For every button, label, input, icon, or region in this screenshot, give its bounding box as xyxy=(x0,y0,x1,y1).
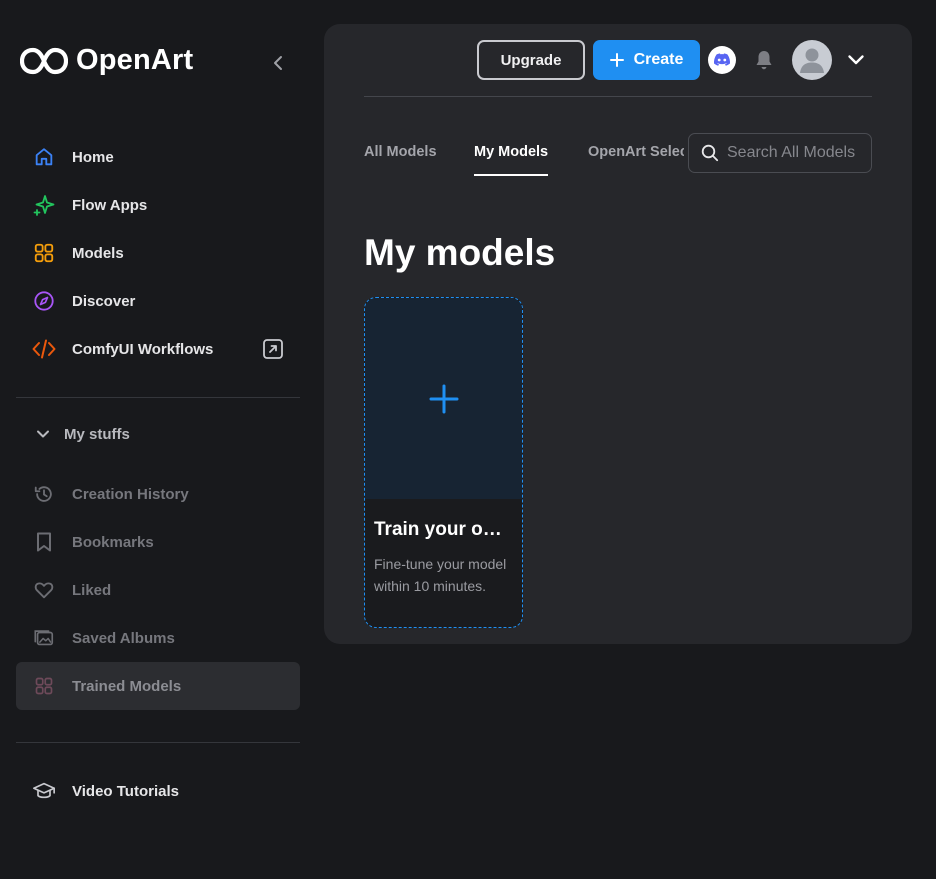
plus-icon xyxy=(429,384,458,413)
user-silhouette-icon xyxy=(800,48,824,73)
bookmark-icon xyxy=(32,530,56,554)
nav-item-flow-apps[interactable]: Flow Apps xyxy=(16,181,300,229)
search-input[interactable] xyxy=(727,144,863,162)
grid-icon xyxy=(32,241,56,265)
brand-name: OpenArt xyxy=(76,44,194,76)
upgrade-button[interactable]: Upgrade xyxy=(477,40,585,80)
heart-icon xyxy=(32,578,56,602)
history-icon xyxy=(32,482,56,506)
discord-button[interactable] xyxy=(708,46,736,74)
tab-all-models[interactable]: All Models xyxy=(364,144,437,176)
card-description: Fine-tune your model within 10 minutes. xyxy=(374,556,507,594)
sidebar-item-creation-history[interactable]: Creation History xyxy=(16,470,300,518)
tab-openart-selects[interactable]: OpenArt Selects xyxy=(588,144,684,176)
card-thumbnail xyxy=(365,298,522,499)
nav-label: Home xyxy=(72,148,114,166)
sidebar-divider xyxy=(16,397,300,398)
model-tabs: All Models My Models OpenArt Selects xyxy=(364,134,684,178)
nav-item-comfyui-workflows[interactable]: ComfyUI Workflows xyxy=(16,325,300,373)
home-icon xyxy=(32,145,56,169)
sidebar: OpenArt Home Flow Apps Models Discover C… xyxy=(0,0,316,879)
plus-icon xyxy=(609,53,624,67)
avatar[interactable] xyxy=(792,40,832,80)
tutorials-nav: Video Tutorials xyxy=(16,767,300,815)
nav-item-models[interactable]: Models xyxy=(16,229,300,277)
nav-item-home[interactable]: Home xyxy=(16,133,300,181)
openart-logo-icon xyxy=(20,47,68,74)
main-nav: Home Flow Apps Models Discover ComfyUI W… xyxy=(16,133,300,373)
sidebar-item-liked[interactable]: Liked xyxy=(16,566,300,614)
nav-label: ComfyUI Workflows xyxy=(72,340,214,358)
main-panel: Upgrade Create All Models My Models Open… xyxy=(324,24,912,644)
account-menu-button[interactable] xyxy=(844,48,868,72)
card-title: Train your own model xyxy=(374,519,514,540)
graduation-cap-icon xyxy=(32,779,56,803)
sidebar-item-label: Bookmarks xyxy=(72,533,154,551)
sidebar-item-trained-models[interactable]: Trained Models xyxy=(16,662,300,710)
sidebar-item-label: Video Tutorials xyxy=(72,782,179,800)
notifications-button[interactable] xyxy=(752,48,776,72)
external-link-icon[interactable] xyxy=(262,338,284,364)
my-stuffs-toggle[interactable]: My stuffs xyxy=(34,425,130,443)
header-divider xyxy=(364,96,872,97)
sidebar-item-label: Creation History xyxy=(72,485,189,503)
collapse-sidebar-button[interactable] xyxy=(266,50,290,76)
bell-icon xyxy=(756,51,772,70)
chevron-down-icon xyxy=(37,430,49,438)
my-stuffs-label: My stuffs xyxy=(64,425,130,443)
create-label: Create xyxy=(633,51,684,68)
nav-label: Models xyxy=(72,244,124,262)
search-box xyxy=(688,133,872,173)
page-title: My models xyxy=(364,232,556,273)
train-model-card[interactable]: Train your own model Fine-tune your mode… xyxy=(364,297,523,628)
sidebar-item-saved-albums[interactable]: Saved Albums xyxy=(16,614,300,662)
sidebar-item-video-tutorials[interactable]: Video Tutorials xyxy=(16,767,300,815)
compass-icon xyxy=(32,289,56,313)
nav-label: Flow Apps xyxy=(72,196,148,214)
nav-label: Discover xyxy=(72,292,136,310)
album-icon xyxy=(32,626,56,650)
sidebar-item-label: Saved Albums xyxy=(72,629,175,647)
grid-icon xyxy=(32,674,56,698)
logo[interactable]: OpenArt xyxy=(20,44,193,77)
sidebar-item-label: Trained Models xyxy=(72,677,182,695)
create-button[interactable]: Create xyxy=(593,40,700,80)
tab-my-models[interactable]: My Models xyxy=(474,144,549,176)
sidebar-item-label: Liked xyxy=(72,581,112,599)
sparkle-icon xyxy=(32,193,56,217)
code-icon xyxy=(32,337,56,361)
search-icon xyxy=(701,144,719,162)
sidebar-item-bookmarks[interactable]: Bookmarks xyxy=(16,518,300,566)
chevron-left-icon xyxy=(274,56,282,70)
sidebar-divider xyxy=(16,742,300,743)
nav-item-discover[interactable]: Discover xyxy=(16,277,300,325)
my-stuffs-nav: Creation History Bookmarks Liked Saved A… xyxy=(16,470,300,710)
chevron-down-icon xyxy=(848,55,864,65)
discord-icon xyxy=(713,53,731,66)
